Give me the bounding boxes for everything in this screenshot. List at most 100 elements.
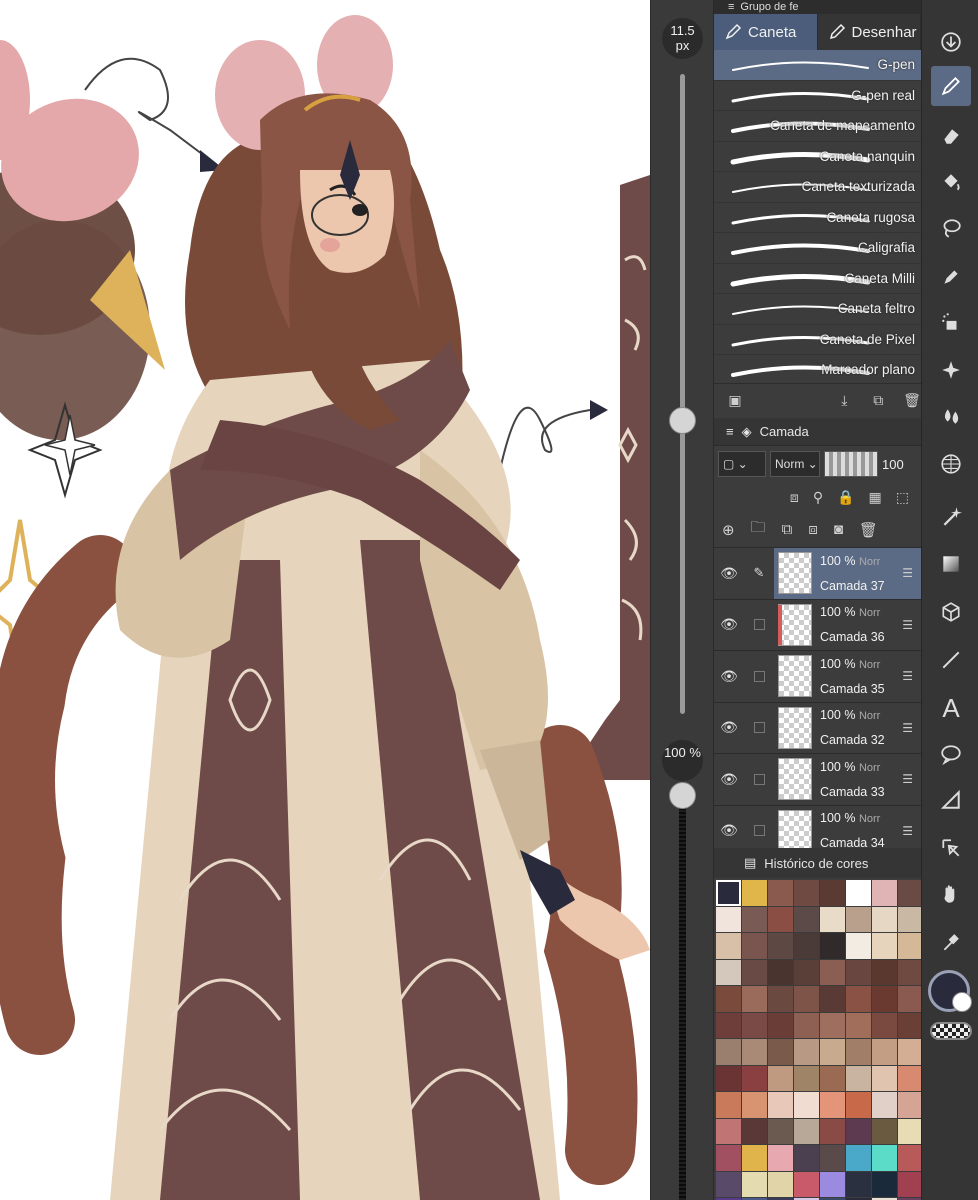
color-swatch[interactable] <box>872 1092 897 1118</box>
color-swatch[interactable] <box>716 986 741 1012</box>
color-swatch[interactable] <box>898 1092 923 1118</box>
reference-icon[interactable]: ⚲ <box>813 489 823 506</box>
color-swatch[interactable] <box>898 906 923 932</box>
color-swatch[interactable] <box>742 1145 767 1171</box>
color-swatch[interactable] <box>716 1171 741 1197</box>
color-swatch[interactable] <box>846 880 871 906</box>
color-swatch[interactable] <box>768 959 793 985</box>
color-swatch[interactable] <box>716 906 741 932</box>
color-swatch[interactable] <box>820 1171 845 1197</box>
color-swatch[interactable] <box>794 986 819 1012</box>
color-swatch[interactable] <box>846 986 871 1012</box>
layer-edit-toggle[interactable] <box>744 670 774 682</box>
visibility-eye-icon[interactable]: 👁 <box>714 668 744 685</box>
color-swatch[interactable] <box>872 880 897 906</box>
color-swatch[interactable] <box>820 959 845 985</box>
visibility-eye-icon[interactable]: 👁 <box>714 771 744 788</box>
ruler-tool[interactable] <box>931 780 971 820</box>
color-swatch[interactable] <box>898 1145 923 1171</box>
layer-edit-toggle[interactable] <box>744 619 774 631</box>
layer-edit-toggle[interactable] <box>744 825 774 837</box>
line-tool[interactable] <box>931 640 971 680</box>
settings-icon[interactable]: ▣ <box>726 392 744 410</box>
eyedropper-tool[interactable] <box>931 922 971 962</box>
lasso-tool[interactable] <box>931 208 971 248</box>
color-swatch[interactable] <box>820 1145 845 1171</box>
color-swatch[interactable] <box>742 986 767 1012</box>
color-swatch[interactable] <box>846 1092 871 1118</box>
color-swatch[interactable] <box>768 933 793 959</box>
layer-body[interactable]: 100 % Norr Camada 33 <box>774 754 921 805</box>
color-swatch[interactable] <box>716 959 741 985</box>
opacity-track[interactable] <box>679 800 686 1200</box>
mesh-grid-tool[interactable] <box>931 444 971 484</box>
text-tool[interactable]: A <box>931 688 971 728</box>
color-swatch[interactable] <box>768 1012 793 1038</box>
color-swatch[interactable] <box>898 1171 923 1197</box>
color-swatch[interactable] <box>716 933 741 959</box>
color-swatch[interactable] <box>742 906 767 932</box>
color-swatch[interactable] <box>820 1092 845 1118</box>
layer-body[interactable]: 100 % Norr Camada 36 <box>774 600 921 651</box>
brush-item[interactable]: Caneta feltro <box>714 294 921 325</box>
color-swatch[interactable] <box>716 880 741 906</box>
color-swatch[interactable] <box>898 880 923 906</box>
color-swatch[interactable] <box>846 1171 871 1197</box>
color-swatch[interactable] <box>872 986 897 1012</box>
color-swatch[interactable] <box>742 1039 767 1065</box>
blend-mode-select[interactable]: Norm ⌄ <box>770 451 820 477</box>
color-swatch[interactable] <box>898 933 923 959</box>
new-raster-layer-icon[interactable]: ⊕ <box>722 521 735 539</box>
color-swatch[interactable] <box>820 1065 845 1091</box>
color-swatch[interactable] <box>820 1012 845 1038</box>
tab-desenhar[interactable]: Desenhar <box>818 14 921 50</box>
color-swatch[interactable] <box>768 1039 793 1065</box>
color-swatch[interactable] <box>898 1065 923 1091</box>
visibility-eye-icon[interactable]: 👁 <box>714 822 744 839</box>
speech-bubble-tool[interactable] <box>931 734 971 774</box>
color-swatch[interactable] <box>794 1118 819 1144</box>
menu-icon[interactable]: ≡ <box>728 1 734 13</box>
layer-menu-icon[interactable]: ☰ <box>902 669 913 683</box>
merge-layer-icon[interactable]: ⧈ <box>808 521 818 538</box>
brush-item[interactable]: Caneta rugosa <box>714 203 921 233</box>
layer-menu-icon[interactable]: ☰ <box>902 721 913 735</box>
color-swatch[interactable] <box>794 1065 819 1091</box>
color-swatch[interactable] <box>872 1118 897 1144</box>
brush-size-track[interactable] <box>680 74 685 714</box>
color-swatch[interactable] <box>768 906 793 932</box>
color-swatch[interactable] <box>716 1145 741 1171</box>
color-swatch[interactable] <box>794 1092 819 1118</box>
color-swatch[interactable] <box>820 933 845 959</box>
layer-row[interactable]: 👁 100 % Norr Camada 36 ☰ <box>714 600 921 651</box>
delete-layer-icon[interactable]: 🗑 <box>859 521 878 539</box>
color-swatch[interactable] <box>742 933 767 959</box>
color-swatch[interactable] <box>768 1118 793 1144</box>
lock-icon[interactable]: 🔒 <box>837 489 854 506</box>
color-swatch[interactable] <box>872 1039 897 1065</box>
visibility-eye-icon[interactable]: 👁 <box>714 565 744 582</box>
sub-color-circle[interactable] <box>952 992 972 1012</box>
brush-item[interactable]: G-pen real <box>714 81 921 111</box>
color-swatch[interactable] <box>820 880 845 906</box>
download-tool[interactable] <box>931 22 971 62</box>
create-mask-icon[interactable]: ◙ <box>834 521 843 538</box>
copy-icon[interactable]: ⧉ <box>869 392 887 410</box>
color-swatch[interactable] <box>846 906 871 932</box>
color-swatch[interactable] <box>716 1092 741 1118</box>
color-swatch[interactable] <box>768 1171 793 1197</box>
color-swatch[interactable] <box>872 1065 897 1091</box>
color-swatch[interactable] <box>794 880 819 906</box>
gradient-tool[interactable] <box>931 544 971 584</box>
color-swatch[interactable] <box>768 1145 793 1171</box>
transparent-color-toggle[interactable] <box>930 1022 972 1040</box>
color-swatch[interactable] <box>716 1118 741 1144</box>
color-swatch[interactable] <box>898 1012 923 1038</box>
visibility-eye-icon[interactable]: 👁 <box>714 719 744 736</box>
move-select-tool[interactable] <box>931 828 971 868</box>
color-swatch[interactable] <box>768 986 793 1012</box>
layer-row[interactable]: 👁 100 % Norr Camada 32 ☰ <box>714 703 921 754</box>
color-swatch[interactable] <box>846 959 871 985</box>
menu-icon[interactable]: ≡ <box>726 424 734 439</box>
hand-tool[interactable] <box>931 874 971 914</box>
